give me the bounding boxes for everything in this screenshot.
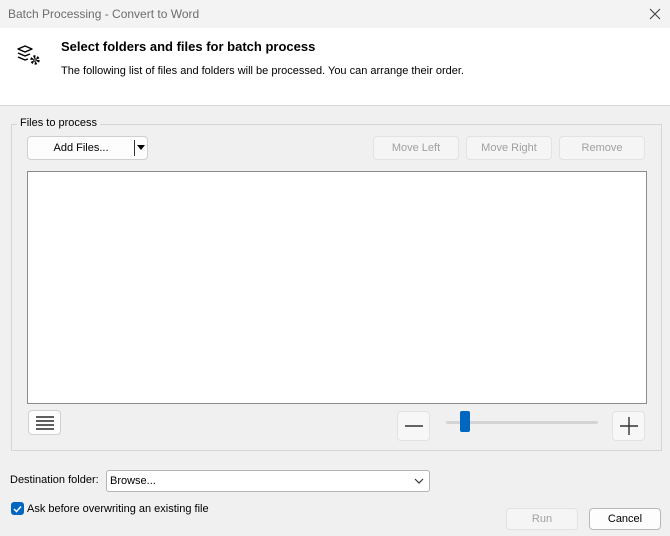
zoom-out-button[interactable] (397, 411, 430, 441)
plus-icon (619, 417, 638, 435)
files-list[interactable] (27, 171, 647, 404)
move-right-button[interactable]: Move Right (466, 136, 552, 160)
destination-dropdown[interactable]: Browse... (106, 470, 430, 492)
minus-icon (404, 425, 423, 427)
add-files-label: Add Files... (53, 142, 109, 154)
add-files-button[interactable]: Add Files... (27, 136, 148, 160)
run-button[interactable]: Run (506, 508, 578, 530)
close-button[interactable] (640, 0, 670, 28)
cancel-button[interactable]: Cancel (589, 508, 661, 530)
header-description: The following list of files and folders … (61, 65, 464, 77)
files-group-label: Files to process (17, 117, 101, 129)
header-title: Select folders and files for batch proce… (61, 39, 316, 54)
destination-value: Browse... (110, 475, 156, 487)
close-icon (649, 8, 661, 20)
view-mode-button[interactable] (28, 410, 61, 435)
ask-overwrite-label[interactable]: Ask before overwriting an existing file (27, 503, 209, 515)
window-title: Batch Processing - Convert to Word (8, 7, 200, 21)
remove-button[interactable]: Remove (559, 136, 645, 160)
chevron-down-icon (414, 478, 424, 484)
checkmark-icon (13, 505, 22, 513)
title-bar: Batch Processing - Convert to Word (0, 0, 670, 28)
zoom-in-button[interactable] (612, 411, 645, 441)
dropdown-arrow-icon (137, 145, 145, 150)
batch-settings-icon (17, 45, 40, 65)
ask-overwrite-checkbox[interactable] (11, 502, 24, 515)
zoom-slider-thumb[interactable] (460, 411, 470, 432)
add-files-dropdown-arrow[interactable] (135, 145, 147, 151)
move-left-button[interactable]: Move Left (373, 136, 459, 160)
dialog-header: Select folders and files for batch proce… (0, 28, 670, 106)
destination-label: Destination folder: (10, 474, 99, 486)
list-view-icon (35, 415, 54, 430)
